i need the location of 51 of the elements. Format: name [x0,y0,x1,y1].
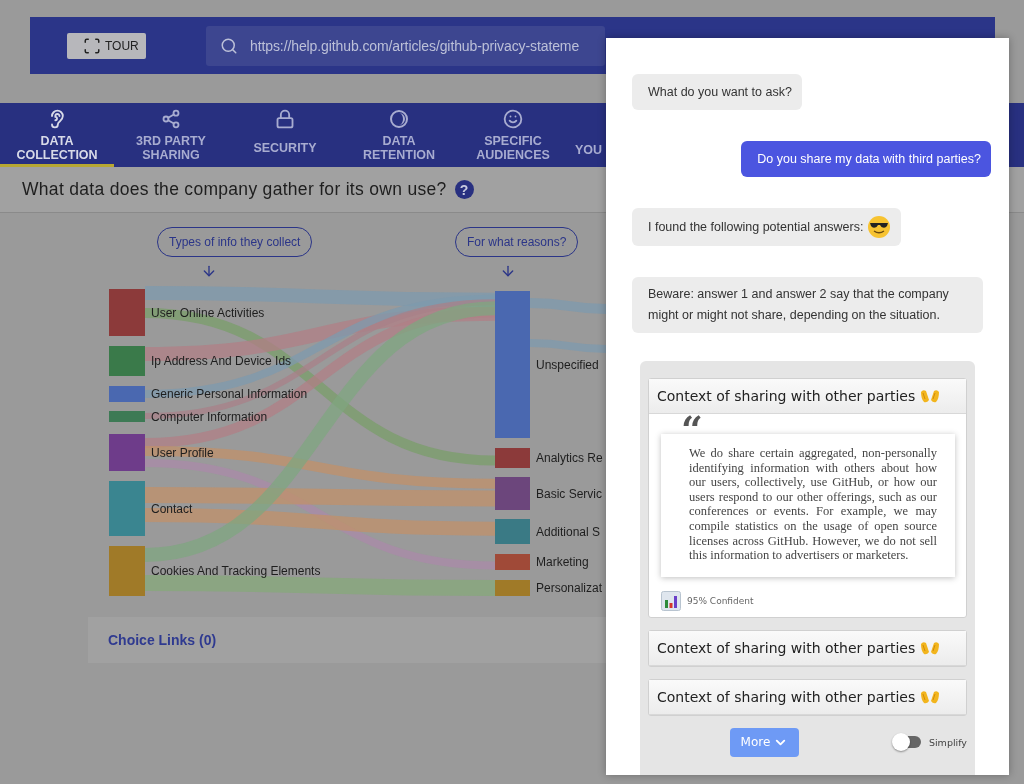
answer-card[interactable]: Context of sharing with other parties [648,629,967,667]
source-label: Cookies And Tracking Elements [151,564,321,578]
simplify-toggle[interactable] [893,736,921,749]
source-label: Contact [151,501,193,516]
url-search-field[interactable]: https://help.github.com/articles/github-privacy-stateme [206,25,605,66]
message-text: What do you want to ask? [648,83,792,101]
bar-chart-icon [661,590,681,611]
answer-card[interactable]: Context of sharing with other parties [648,678,967,716]
message-text: Do you share my data with third parties? [757,150,981,168]
answer-title: Context of sharing with other parties [657,388,916,404]
help-icon[interactable]: ? [454,180,474,199]
source-label: User Profile [151,445,214,460]
confidence-text: 95% Confident [687,595,754,606]
raised-hands-icon [919,688,942,705]
search-icon [220,36,238,55]
category-tab[interactable]: 3RD PARTY SHARING [114,103,228,167]
tour-button[interactable]: TOUR [67,32,146,59]
answer-title: Context of sharing with other parties [657,639,916,656]
raised-hands-icon [919,388,942,404]
category-tab[interactable]: YOU [570,103,604,167]
source-label: User Online Activities [151,305,265,320]
category-tab[interactable]: DATA RETENTION [342,103,456,167]
source-label: Computer Information [151,409,268,424]
category-tab[interactable]: SECURITY [228,103,342,167]
message-text: Beware: answer 1 and answer 2 say that the company might or might not share, depending on the situation. [648,286,950,324]
message-text: I found the following potential answers: [648,218,864,236]
quote-mark: “ [681,412,703,434]
quote-text: We do share certain aggregated, non-personally identifying information with others about how our users, collectively, use GitHub, or how our users respond to our other offerings, such as our conferences or events. For example, we may compile statistics on the usage of open source licenses across GitHub. However, we do not sell this information to advertisers or marketers. [689,446,937,563]
purpose-label: Unspecified [536,357,599,372]
share-icon [161,109,181,129]
answer-title: Context of sharing with other parties [657,688,916,705]
down-arrow-icon [201,263,217,279]
purpose-label: Additional S [536,524,601,539]
raised-hands-icon [919,639,942,656]
more-button[interactable]: More [730,727,799,757]
sunglasses-emoji-icon [867,215,892,239]
down-arrow-icon [500,263,516,279]
lock-icon [275,109,295,129]
source-label: Generic Personal Information [151,387,308,401]
source-label: Ip Address And Device Ids [151,354,292,368]
purpose-label: Marketing [536,555,589,569]
purpose-label: Basic Servic [536,486,603,501]
choice-links-title: Choice Links (0) [108,632,217,648]
toggle-label: Simplify [928,736,967,748]
purpose-label: Personalizat [536,581,603,595]
question-title: What data does the company gather for its own use? [22,179,447,200]
frame-icon [83,36,101,55]
category-tab[interactable]: SPECIFIC AUDIENCES [456,103,570,167]
purpose-label: Analytics Re [536,451,603,465]
smiley-icon [503,109,523,129]
answer-card[interactable] [648,378,967,618]
